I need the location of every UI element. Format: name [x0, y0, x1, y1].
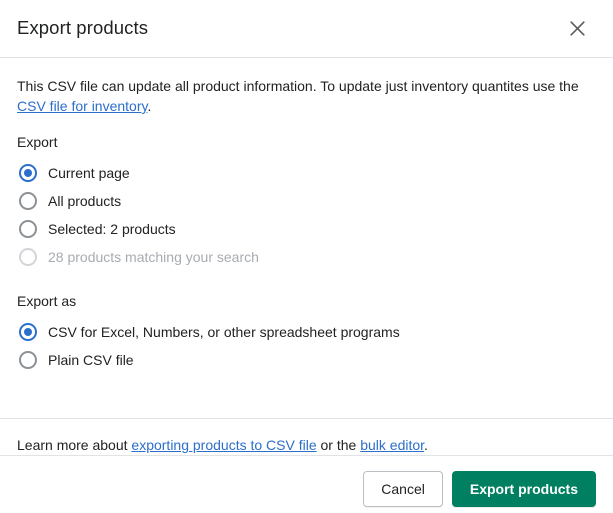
- export-as-radio-group: CSV for Excel, Numbers, or other spreads…: [17, 318, 596, 374]
- radio-mark-icon: [19, 248, 37, 266]
- radio-option-selected-products[interactable]: Selected: 2 products: [17, 215, 596, 243]
- description-text: This CSV file can update all product inf…: [17, 76, 583, 116]
- export-section-label: Export: [17, 134, 58, 150]
- exporting-products-to-csv-link[interactable]: exporting products to CSV file: [131, 437, 316, 453]
- radio-mark-icon: [19, 323, 37, 341]
- radio-label: 28 products matching your search: [48, 249, 259, 265]
- export-products-button[interactable]: Export products: [451, 471, 596, 507]
- cancel-button[interactable]: Cancel: [363, 471, 443, 507]
- export-as-section-label: Export as: [17, 293, 77, 309]
- radio-label: Selected: 2 products: [48, 221, 176, 237]
- description-after-link: .: [147, 98, 152, 114]
- page-title: Export products: [17, 17, 149, 39]
- learn-more-middle: or the: [316, 437, 361, 453]
- csv-file-for-inventory-link[interactable]: CSV file for inventory: [17, 98, 147, 114]
- export-products-modal: Export products This CSV file can update…: [0, 0, 613, 513]
- close-button[interactable]: [562, 14, 592, 44]
- radio-label: CSV for Excel, Numbers, or other spreads…: [48, 324, 400, 340]
- radio-mark-icon: [19, 220, 37, 238]
- radio-option-current-page[interactable]: Current page: [17, 159, 596, 187]
- radio-label: Current page: [48, 165, 130, 181]
- radio-mark-icon: [19, 192, 37, 210]
- radio-mark-icon: [19, 164, 37, 182]
- radio-option-matching-search: 28 products matching your search: [17, 243, 596, 271]
- close-icon: [568, 19, 587, 38]
- learn-more-suffix: .: [424, 437, 428, 453]
- modal-body: This CSV file can update all product inf…: [0, 58, 613, 405]
- modal-footer: Cancel Export products: [0, 455, 613, 513]
- learn-more-band: Learn more about exporting products to C…: [0, 418, 613, 455]
- radio-option-all-products[interactable]: All products: [17, 187, 596, 215]
- learn-more-prefix: Learn more about: [17, 437, 132, 453]
- radio-label: All products: [48, 193, 122, 209]
- learn-more-text: Learn more about exporting products to C…: [17, 435, 596, 455]
- radio-option-plain-csv[interactable]: Plain CSV file: [17, 346, 596, 374]
- radio-option-csv-for-excel[interactable]: CSV for Excel, Numbers, or other spreads…: [17, 318, 596, 346]
- description-before-link: This CSV file can update all product inf…: [17, 78, 579, 94]
- modal-header: Export products: [0, 0, 613, 58]
- radio-mark-icon: [19, 351, 37, 369]
- bulk-editor-link[interactable]: bulk editor: [360, 437, 424, 453]
- export-radio-group: Current page All products Selected: 2 pr…: [17, 159, 596, 271]
- radio-label: Plain CSV file: [48, 352, 134, 368]
